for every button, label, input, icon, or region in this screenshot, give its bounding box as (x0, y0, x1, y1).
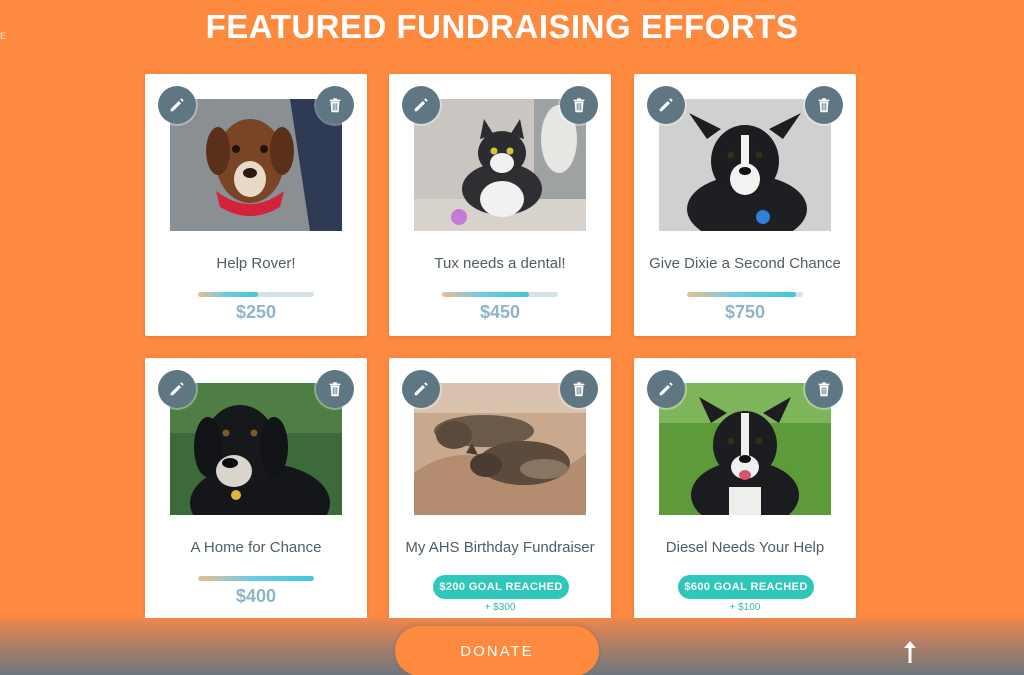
arrow-up-icon (904, 641, 916, 663)
scroll-to-top-button[interactable] (898, 639, 922, 665)
trash-icon (818, 382, 830, 397)
raised-amount: $250 (235, 302, 277, 322)
dog-photo (170, 99, 342, 231)
puppy-photo (659, 99, 831, 231)
fundraiser-grid: Help Rover! $250 Tux needs a dental! $45… (0, 0, 1024, 675)
raised-amount: $400 (235, 586, 277, 606)
goal-extra-amount: + $300 (484, 602, 516, 613)
edit-button[interactable] (158, 370, 196, 408)
card-title[interactable]: Give Dixie a Second Chance (644, 255, 846, 272)
progress-bar (442, 292, 558, 297)
progress-fill (687, 292, 797, 297)
fundraiser-card[interactable]: Diesel Needs Your Help $600 GOAL REACHED… (634, 358, 856, 620)
trash-icon (818, 98, 830, 113)
pencil-icon (414, 382, 428, 396)
pencil-icon (170, 98, 184, 112)
trash-icon (573, 382, 585, 397)
progress-fill (198, 292, 259, 297)
raised-amount: $450 (479, 302, 521, 322)
fundraiser-card[interactable]: Tux needs a dental! $450 (389, 74, 611, 336)
trash-icon (573, 98, 585, 113)
fundraiser-card[interactable]: Help Rover! $250 (145, 74, 367, 336)
delete-button[interactable] (316, 370, 354, 408)
delete-button[interactable] (805, 86, 843, 124)
card-title[interactable]: Diesel Needs Your Help (644, 539, 846, 556)
trash-icon (329, 98, 341, 113)
delete-button[interactable] (805, 370, 843, 408)
progress-fill (442, 292, 529, 297)
edit-button[interactable] (647, 86, 685, 124)
fundraiser-card[interactable]: Give Dixie a Second Chance $750 (634, 74, 856, 336)
pencil-icon (659, 98, 673, 112)
trash-icon (329, 382, 341, 397)
edit-button[interactable] (158, 86, 196, 124)
progress-fill (198, 576, 314, 581)
dog-in-grass-photo (659, 383, 831, 515)
card-title[interactable]: A Home for Chance (155, 539, 357, 556)
edit-button[interactable] (402, 370, 440, 408)
delete-button[interactable] (316, 86, 354, 124)
cat-photo (414, 99, 586, 231)
card-title[interactable]: My AHS Birthday Fundraiser (399, 539, 601, 556)
progress-bar (687, 292, 803, 297)
fundraiser-card[interactable]: A Home for Chance $400 (145, 358, 367, 620)
progress-bar (198, 576, 314, 581)
card-title[interactable]: Tux needs a dental! (399, 255, 601, 272)
edit-button[interactable] (402, 86, 440, 124)
card-title[interactable]: Help Rover! (155, 255, 357, 272)
goal-extra-amount: + $100 (729, 602, 761, 613)
donate-button[interactable]: DONATE (395, 626, 599, 675)
goal-reached-badge: $600 GOAL REACHED (678, 575, 814, 599)
pencil-icon (170, 382, 184, 396)
pencil-icon (414, 98, 428, 112)
dog-photo (170, 383, 342, 515)
raised-amount: $750 (724, 302, 766, 322)
goal-reached-badge: $200 GOAL REACHED (433, 575, 569, 599)
cats-sleeping-photo (414, 383, 586, 515)
delete-button[interactable] (560, 370, 598, 408)
progress-bar (198, 292, 314, 297)
pencil-icon (659, 382, 673, 396)
delete-button[interactable] (560, 86, 598, 124)
edit-button[interactable] (647, 370, 685, 408)
fundraiser-card[interactable]: My AHS Birthday Fundraiser $200 GOAL REA… (389, 358, 611, 620)
